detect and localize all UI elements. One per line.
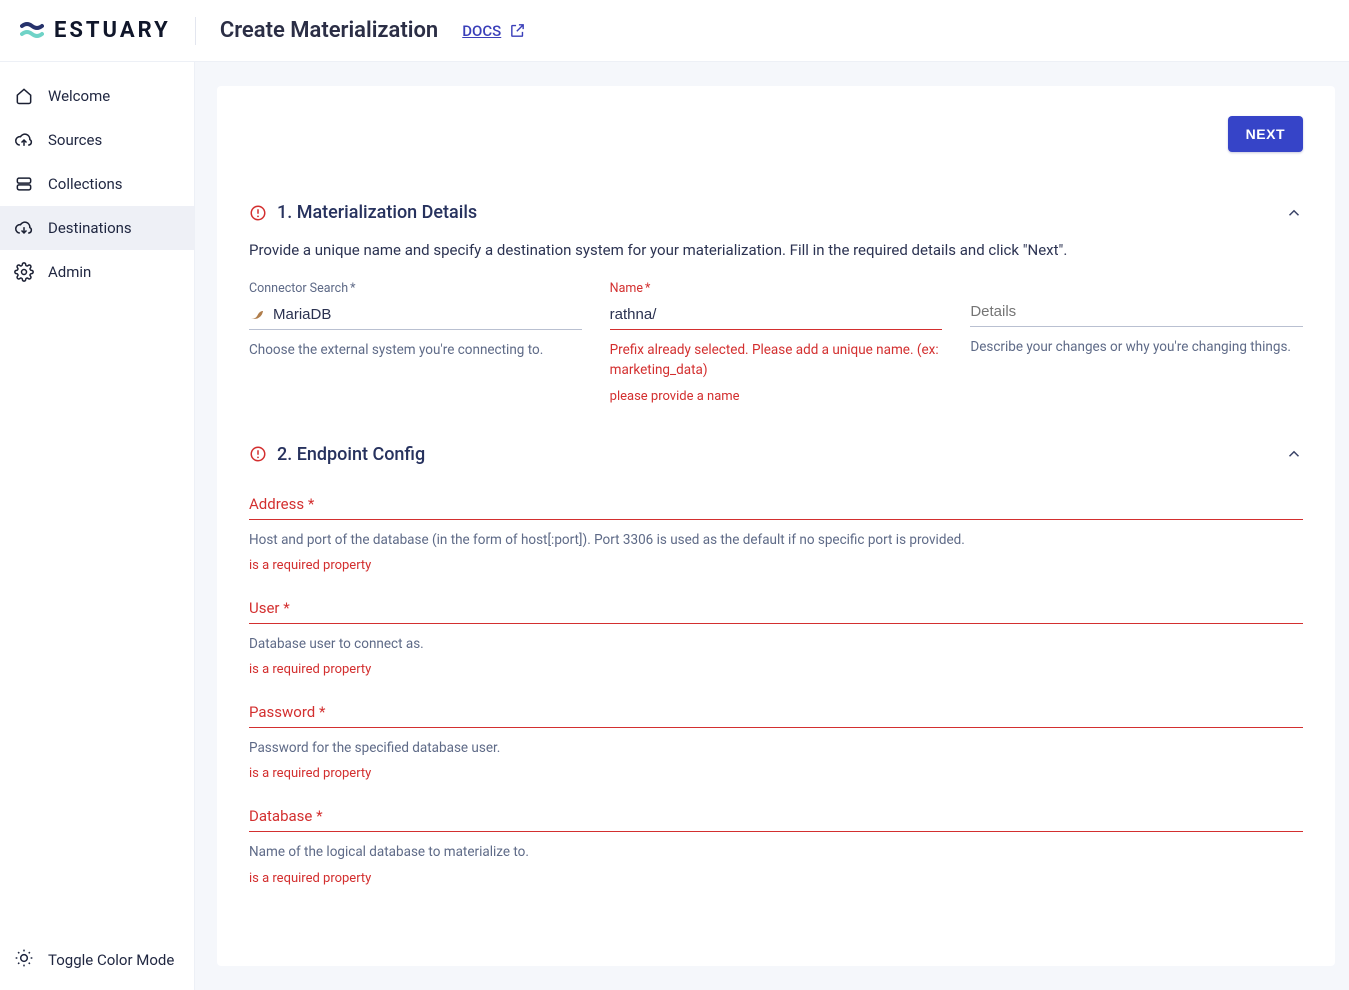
endpoint-field-address: Address Host and port of the database (i…: [249, 495, 1303, 573]
sun-icon: [14, 948, 34, 972]
endpoint-fields: Address Host and port of the database (i…: [249, 495, 1303, 886]
divider: [195, 17, 196, 45]
field-details: Describe your changes or why you're chan…: [970, 281, 1303, 404]
endpoint-field-password: Password Password for the specified data…: [249, 703, 1303, 781]
details-input[interactable]: [970, 303, 1303, 320]
endpoint-field-input[interactable]: [249, 623, 1303, 624]
chevron-up-icon: [1285, 445, 1303, 463]
error-icon: [249, 204, 267, 222]
mariadb-icon: [249, 307, 265, 323]
main-content: NEXT 1. Materialization Details Provide …: [195, 62, 1349, 990]
sidebar-item-welcome[interactable]: Welcome: [0, 74, 194, 118]
endpoint-field-helper: Name of the logical database to material…: [249, 842, 1303, 862]
field-name: Name Prefix already selected. Please add…: [610, 281, 943, 404]
database-icon: [14, 174, 34, 194]
endpoint-field-error: is a required property: [249, 662, 1303, 677]
name-input[interactable]: [610, 306, 943, 323]
endpoint-field-helper: Password for the specified database user…: [249, 738, 1303, 758]
toggle-color-mode[interactable]: Toggle Color Mode: [0, 940, 194, 980]
endpoint-field-input[interactable]: [249, 727, 1303, 728]
docs-link-label: DOCS: [462, 22, 501, 40]
name-error: please provide a name: [610, 389, 943, 404]
sidebar-item-admin[interactable]: Admin: [0, 250, 194, 294]
connector-search-helper: Choose the external system you're connec…: [249, 340, 582, 360]
endpoint-field-label: Database: [249, 807, 1303, 825]
field-connector-search: Connector Search Choose the external sys…: [249, 281, 582, 404]
next-button[interactable]: NEXT: [1228, 116, 1303, 152]
brand-mark-icon: [20, 19, 44, 43]
sidebar-item-label: Sources: [48, 131, 102, 149]
toggle-color-mode-label: Toggle Color Mode: [48, 951, 174, 969]
details-input-wrap[interactable]: [970, 299, 1303, 327]
section-endpoint-config: 2. Endpoint Config Address Host and port…: [249, 444, 1303, 886]
endpoint-field-error: is a required property: [249, 871, 1303, 886]
endpoint-field-user: User Database user to connect as. is a r…: [249, 599, 1303, 677]
brand-logo: ESTUARY: [20, 18, 171, 43]
external-link-icon: [509, 22, 526, 39]
endpoint-field-label: Password: [249, 703, 1303, 721]
name-input-wrap[interactable]: [610, 302, 943, 330]
endpoint-field-helper: Host and port of the database (in the fo…: [249, 530, 1303, 550]
endpoint-field-error: is a required property: [249, 558, 1303, 573]
sidebar-item-collections[interactable]: Collections: [0, 162, 194, 206]
endpoint-field-label: User: [249, 599, 1303, 617]
endpoint-field-label: Address: [249, 495, 1303, 513]
form-card: NEXT 1. Materialization Details Provide …: [217, 86, 1335, 966]
sidebar-item-destinations[interactable]: Destinations: [0, 206, 194, 250]
section1-description: Provide a unique name and specify a dest…: [249, 241, 1303, 259]
name-label: Name: [610, 281, 943, 296]
docs-link[interactable]: DOCS: [462, 22, 526, 40]
sidebar-item-label: Admin: [48, 263, 91, 281]
brand-name: ESTUARY: [54, 18, 171, 43]
sidebar-item-sources[interactable]: Sources: [0, 118, 194, 162]
home-icon: [14, 86, 34, 106]
sidebar-item-label: Collections: [48, 175, 123, 193]
endpoint-field-input[interactable]: [249, 831, 1303, 832]
sidebar-item-label: Destinations: [48, 219, 132, 237]
error-icon: [249, 445, 267, 463]
gear-icon: [14, 262, 34, 282]
section2-title: 2. Endpoint Config: [277, 444, 1275, 465]
topbar: ESTUARY Create Materialization DOCS: [0, 0, 1349, 62]
name-helper: Prefix already selected. Please add a un…: [610, 340, 943, 381]
sidebar: Welcome Sources Collections: [0, 62, 195, 990]
cloud-up-icon: [14, 130, 34, 150]
page-title: Create Materialization: [220, 18, 438, 43]
connector-search-input-wrap[interactable]: [249, 302, 582, 330]
cloud-down-icon: [14, 218, 34, 238]
chevron-up-icon: [1285, 204, 1303, 222]
sidebar-footer: Toggle Color Mode: [0, 940, 194, 990]
section2-header[interactable]: 2. Endpoint Config: [249, 444, 1303, 465]
endpoint-field-input[interactable]: [249, 519, 1303, 520]
section1-title: 1. Materialization Details: [277, 202, 1275, 223]
section1-header[interactable]: 1. Materialization Details: [249, 202, 1303, 223]
sidebar-item-label: Welcome: [48, 87, 110, 105]
endpoint-field-helper: Database user to connect as.: [249, 634, 1303, 654]
endpoint-field-error: is a required property: [249, 766, 1303, 781]
sidebar-nav: Welcome Sources Collections: [0, 62, 194, 294]
section-materialization-details: 1. Materialization Details Provide a uni…: [249, 202, 1303, 404]
connector-search-label: Connector Search: [249, 281, 582, 296]
connector-search-input[interactable]: [273, 306, 582, 323]
endpoint-field-database: Database Name of the logical database to…: [249, 807, 1303, 885]
details-helper: Describe your changes or why you're chan…: [970, 337, 1303, 357]
